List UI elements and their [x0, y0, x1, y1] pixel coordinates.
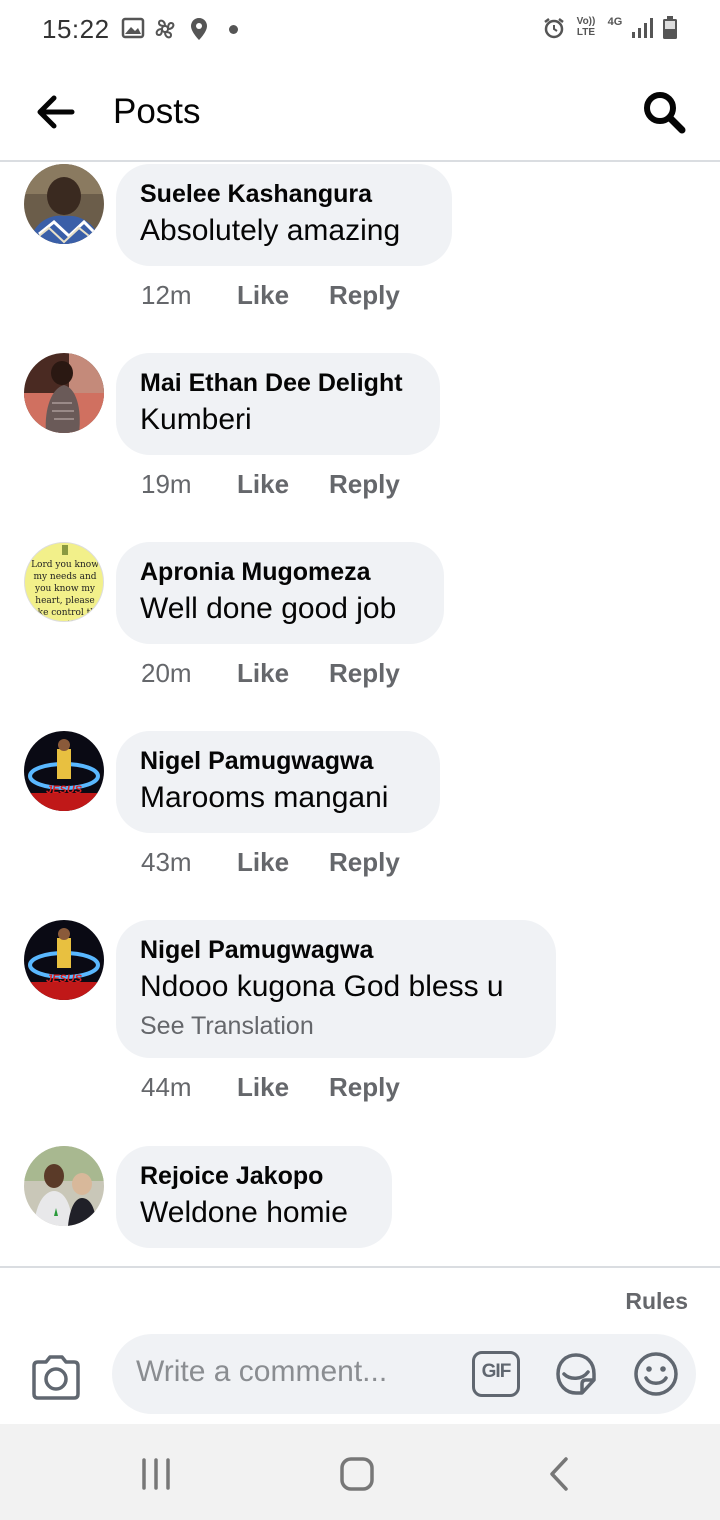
- like-button[interactable]: Like: [237, 280, 329, 311]
- comment-composer: Rules Write a comment... GIF: [0, 1266, 720, 1424]
- reply-button[interactable]: Reply: [329, 847, 400, 878]
- back-arrow-icon[interactable]: [34, 90, 78, 134]
- comment-time: 20m: [141, 658, 192, 688]
- comment-actions: 20m Like Reply: [141, 658, 400, 689]
- reply-button[interactable]: Reply: [329, 280, 400, 311]
- avatar[interactable]: JESUS: [24, 920, 104, 1000]
- comment-text: Well done good job: [140, 592, 397, 625]
- comment-text: Ndooo kugona God bless u: [140, 970, 504, 1003]
- comment-author[interactable]: Mai Ethan Dee Delight: [140, 367, 416, 399]
- app-header: Posts: [0, 62, 720, 162]
- rules-link[interactable]: Rules: [625, 1288, 688, 1315]
- comment-time: 44m: [141, 1072, 192, 1102]
- comment-author[interactable]: Suelee Kashangura: [140, 178, 428, 210]
- search-icon[interactable]: [640, 88, 688, 136]
- comment-input-placeholder: Write a comment...: [136, 1355, 388, 1388]
- comment-author[interactable]: Apronia Mugomeza: [140, 556, 420, 588]
- dot-icon: [229, 25, 238, 34]
- avatar[interactable]: [24, 164, 104, 244]
- comment-bubble[interactable]: Mai Ethan Dee Delight Kumberi: [116, 353, 440, 455]
- comment-input[interactable]: Write a comment... GIF: [112, 1334, 696, 1414]
- image-icon: [121, 17, 145, 39]
- comment-actions: 44m Like Reply: [141, 1072, 400, 1103]
- comment-bubble[interactable]: Nigel Pamugwagwa Ndooo kugona God bless …: [116, 920, 556, 1058]
- comment-bubble[interactable]: Suelee Kashangura Absolutely amazing: [116, 164, 452, 266]
- pinwheel-icon: [155, 19, 175, 39]
- comment-author[interactable]: Nigel Pamugwagwa: [140, 934, 532, 966]
- avatar[interactable]: [24, 1146, 104, 1226]
- comments-list: Suelee Kashangura Absolutely amazing 12m…: [0, 164, 720, 1266]
- avatar[interactable]: [24, 353, 104, 433]
- home-icon[interactable]: [337, 1454, 377, 1494]
- 4g-icon: 4G: [607, 16, 623, 28]
- comment-bubble[interactable]: Apronia Mugomeza Well done good job: [116, 542, 444, 644]
- comment-bubble[interactable]: Nigel Pamugwagwa Marooms mangani: [116, 731, 440, 833]
- volte-icon: Vo)) LTE: [576, 16, 596, 38]
- comment-author[interactable]: Rejoice Jakopo: [140, 1160, 368, 1192]
- like-button[interactable]: Like: [237, 658, 329, 689]
- comment-bubble[interactable]: Rejoice Jakopo Weldone homie: [116, 1146, 392, 1248]
- reply-button[interactable]: Reply: [329, 1072, 400, 1103]
- page-title: Posts: [113, 92, 201, 131]
- alarm-icon: [544, 18, 564, 39]
- like-button[interactable]: Like: [237, 847, 329, 878]
- location-icon: [191, 18, 207, 40]
- comment-time: 43m: [141, 847, 192, 877]
- comment-text: Weldone homie: [140, 1196, 348, 1229]
- reply-button[interactable]: Reply: [329, 469, 400, 500]
- like-button[interactable]: Like: [237, 1072, 329, 1103]
- avatar[interactable]: JESUS: [24, 731, 104, 811]
- status-time: 15:22: [42, 14, 110, 44]
- camera-icon[interactable]: [30, 1354, 82, 1400]
- recent-apps-icon[interactable]: [136, 1454, 176, 1494]
- emoji-icon[interactable]: [632, 1350, 680, 1398]
- comment-author[interactable]: Nigel Pamugwagwa: [140, 745, 416, 777]
- comment-actions: 19m Like Reply: [141, 469, 400, 500]
- battery-icon: [663, 16, 677, 39]
- comment-text: Kumberi: [140, 403, 252, 436]
- comment-actions: 43m Like Reply: [141, 847, 400, 878]
- sticker-icon[interactable]: [552, 1350, 600, 1398]
- nav-back-icon[interactable]: [540, 1454, 580, 1494]
- gif-icon[interactable]: GIF: [472, 1351, 520, 1397]
- comment-time: 19m: [141, 469, 192, 499]
- comment-text: Absolutely amazing: [140, 214, 401, 247]
- system-nav-bar: [0, 1424, 720, 1520]
- like-button[interactable]: Like: [237, 469, 329, 500]
- see-translation-link[interactable]: See Translation: [140, 1008, 532, 1044]
- status-bar: 15:22 Vo)) LTE 4G: [0, 0, 720, 62]
- signal-icon: [632, 18, 653, 38]
- comment-text: Marooms mangani: [140, 781, 389, 814]
- reply-button[interactable]: Reply: [329, 658, 400, 689]
- comment-actions: 12m Like Reply: [141, 280, 400, 311]
- avatar[interactable]: Lord you know my needs and you know my h…: [24, 542, 104, 622]
- comment-time: 12m: [141, 280, 192, 310]
